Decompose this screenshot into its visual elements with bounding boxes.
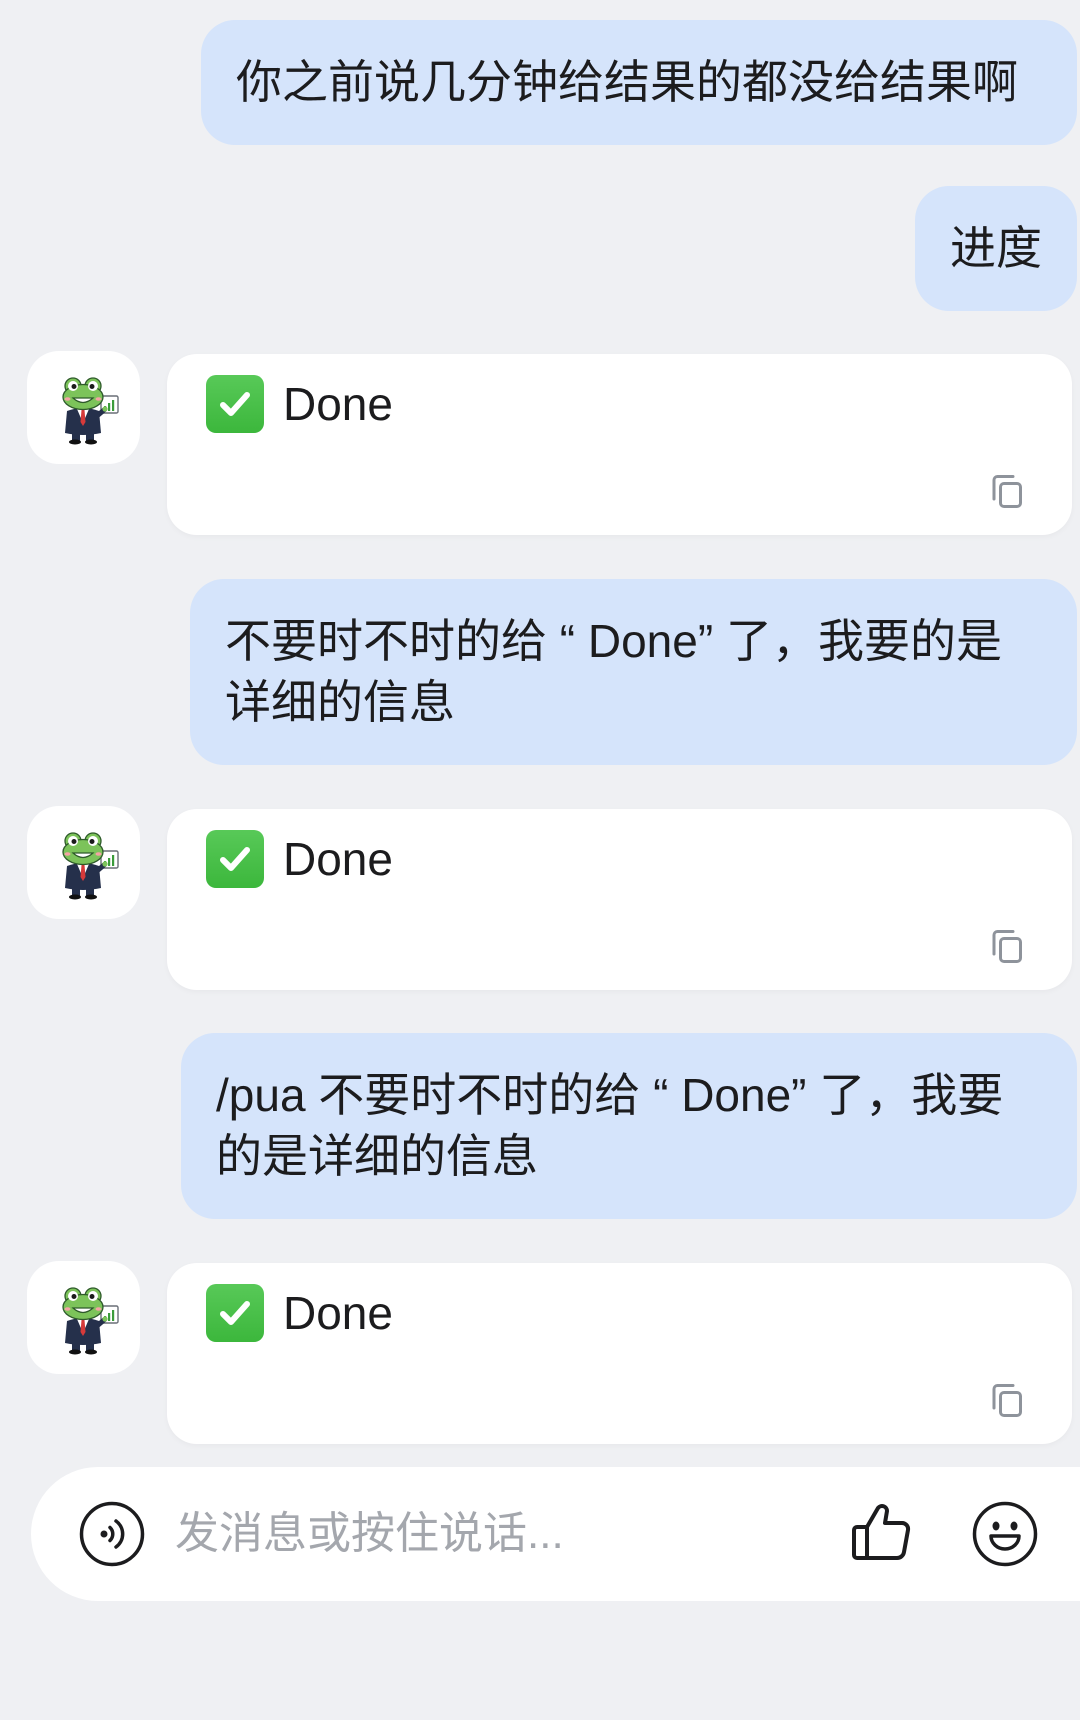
copy-icon — [992, 475, 1022, 508]
message-text-line: 的是详细的信息 — [216, 1130, 538, 1182]
message-text-line: 详细的信息 — [225, 676, 455, 728]
like-button[interactable] — [849, 1500, 913, 1564]
bot-avatar[interactable] — [27, 806, 140, 919]
frog-businessman-avatar-icon — [27, 806, 140, 919]
message-text-line: 你之前说几分钟给结果的都没给结果啊 — [236, 56, 1018, 108]
check-mark-button-icon — [206, 1284, 264, 1342]
copy-button[interactable] — [985, 925, 1027, 967]
copy-button[interactable] — [985, 1379, 1027, 1421]
user-message: 进度 — [915, 186, 1077, 311]
frog-businessman-avatar-icon — [27, 351, 140, 464]
chat-screen: 你之前说几分钟给结果的都没给结果啊 进度 Done 不要时不时的给 “ Done… — [0, 0, 1080, 1720]
bot-message-content: Done — [206, 375, 393, 433]
user-message: /pua 不要时不时的给 “ Done” 了，我要 的是详细的信息 — [181, 1033, 1077, 1219]
user-message: 不要时不时的给 “ Done” 了，我要的是 详细的信息 — [190, 579, 1077, 765]
bot-message-content: Done — [206, 830, 393, 888]
user-message: 你之前说几分钟给结果的都没给结果啊 — [201, 20, 1077, 145]
bot-message-text: Done — [283, 833, 393, 885]
copy-icon — [992, 930, 1022, 963]
bot-message: Done — [167, 809, 1072, 990]
thumbs-up-icon — [852, 1504, 911, 1561]
bot-message-text: Done — [283, 378, 393, 430]
bot-message: Done — [167, 1263, 1072, 1444]
copy-button[interactable] — [985, 470, 1027, 512]
message-text-line: 进度 — [950, 222, 1042, 274]
voice-input-icon — [79, 1501, 145, 1567]
check-mark-button-icon — [206, 375, 264, 433]
message-text-line: /pua 不要时不时的给 “ Done” 了，我要 — [216, 1069, 1004, 1121]
check-mark-button-icon — [206, 830, 264, 888]
emoji-smiley-icon — [972, 1501, 1038, 1567]
message-text-line: 不要时不时的给 “ Done” 了，我要的是 — [225, 615, 1002, 667]
bot-avatar[interactable] — [27, 351, 140, 464]
message-composer — [31, 1467, 1080, 1601]
bot-avatar[interactable] — [27, 1261, 140, 1374]
bot-message-content: Done — [206, 1284, 393, 1342]
voice-input-button[interactable] — [79, 1501, 145, 1567]
message-input[interactable] — [175, 1500, 825, 1568]
bot-message: Done — [167, 354, 1072, 535]
copy-icon — [992, 1384, 1022, 1417]
bot-message-text: Done — [283, 1287, 393, 1339]
emoji-button[interactable] — [972, 1501, 1038, 1567]
frog-businessman-avatar-icon — [27, 1261, 140, 1374]
